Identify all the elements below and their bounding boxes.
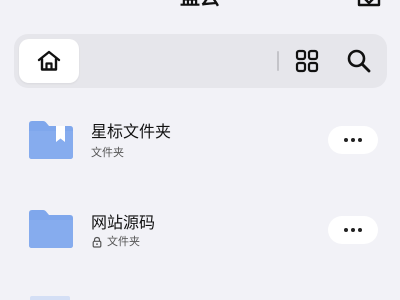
download-tray-icon [357, 0, 381, 7]
file-meta: 文件夹 [91, 235, 140, 249]
more-icon-dot [344, 138, 348, 142]
file-name: 网站源码 [91, 213, 156, 232]
app-header: 盘云 [0, 0, 400, 14]
more-icon-dot [358, 138, 362, 142]
download-button[interactable] [357, 0, 381, 8]
more-options-button[interactable] [328, 126, 378, 154]
more-icon-dot [358, 228, 362, 232]
app-title: 盘云 [0, 0, 400, 8]
starred-folder-icon [29, 121, 73, 159]
file-type-label: 文件夹 [91, 146, 124, 159]
file-meta: 文件夹 [91, 146, 124, 160]
more-icon-dot [344, 228, 348, 232]
more-options-button[interactable] [328, 216, 378, 244]
search-button[interactable] [344, 46, 374, 76]
toolbar-divider [277, 51, 279, 71]
search-icon [347, 49, 371, 73]
file-type-label: 文件夹 [107, 235, 140, 248]
list-item[interactable]: 网站源码 文件夹 [0, 195, 400, 265]
lock-icon [92, 236, 102, 248]
file-name: 星标文件夹 [91, 122, 172, 141]
home-button[interactable] [19, 39, 79, 83]
list-item[interactable]: 星标文件夹 文件夹 [0, 105, 400, 175]
folder-icon [29, 210, 73, 248]
grid-view-button[interactable] [292, 46, 322, 76]
next-item-peek [30, 296, 70, 300]
toolbar [14, 34, 387, 88]
grid-view-icon [295, 49, 319, 73]
more-icon-dot [351, 228, 355, 232]
more-icon-dot [351, 138, 355, 142]
home-icon [37, 50, 61, 71]
